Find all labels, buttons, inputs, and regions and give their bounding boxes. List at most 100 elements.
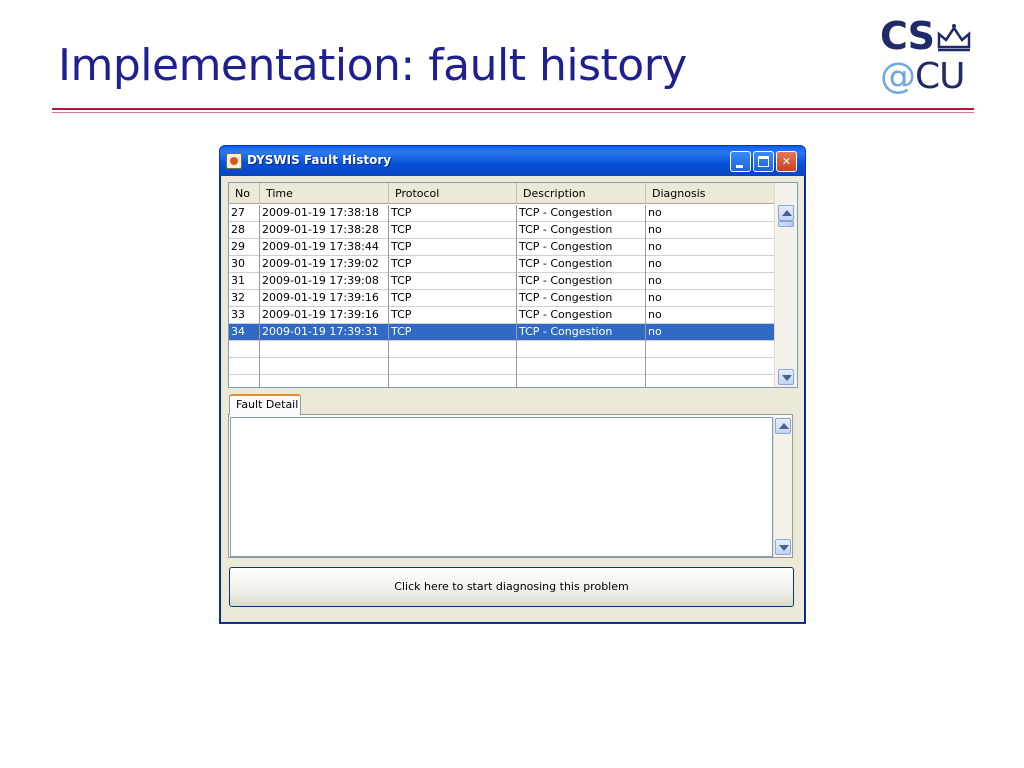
table-row[interactable]: 31 2009-01-19 17:39:08 TCP TCP - Congestion… <box>229 273 774 290</box>
close-button[interactable]: ✕ <box>776 151 797 172</box>
table-cell <box>646 341 774 358</box>
table-cell: TCP - Congestion <box>517 324 646 341</box>
table-cell: 29 <box>229 239 260 256</box>
fault-history-window: DYSWIS Fault History ✕ No Time Protocol … <box>219 145 806 624</box>
table-row[interactable]: 30 2009-01-19 17:39:02 TCP TCP - Congestion… <box>229 256 774 273</box>
table-cell: TCP <box>389 256 517 273</box>
table-cell: TCP - Congestion <box>517 256 646 273</box>
table-row[interactable]: 32 2009-01-19 17:39:16 TCP TCP - Congestion… <box>229 290 774 307</box>
start-diagnosis-button[interactable]: Click here to start diagnosing this prob… <box>229 567 794 607</box>
detail-scroll-down-button[interactable] <box>775 539 791 555</box>
table-cell: 2009-01-19 17:39:16 <box>260 307 389 324</box>
table-cell: TCP - Congestion <box>517 290 646 307</box>
fault-detail-panel <box>228 414 793 558</box>
table-cell: TCP <box>389 324 517 341</box>
table-row-empty[interactable] <box>229 358 774 375</box>
table-cell: 2009-01-19 17:39:31 <box>260 324 389 341</box>
table-cell: no <box>648 325 662 338</box>
table-cell <box>229 358 260 375</box>
tab-fault-detail[interactable]: Fault Detail <box>229 394 301 415</box>
table-cell: TCP - Congestion <box>517 222 646 239</box>
cs-cu-logo: CS @CU <box>878 14 974 98</box>
table-cell: 2009-01-19 17:39:16 <box>260 290 389 307</box>
scroll-up-icon <box>782 210 792 216</box>
table-cell <box>229 341 260 358</box>
slide-title: Implementation: fault history <box>58 40 687 91</box>
table-cell <box>389 341 517 358</box>
table-cell: 2009-01-19 17:38:44 <box>260 239 389 256</box>
column-header-no[interactable]: No <box>229 183 260 204</box>
table-row[interactable]: 33 2009-01-19 17:39:16 TCP TCP - Congestion… <box>229 307 774 324</box>
table-cell: TCP <box>389 239 517 256</box>
table-row-empty[interactable] <box>229 341 774 358</box>
crown-icon <box>937 24 971 52</box>
table-cell: 28 <box>229 222 260 239</box>
table-cell: 2009-01-19 17:39:08 <box>260 273 389 290</box>
table-cell <box>646 358 774 375</box>
table-cell: 27 <box>229 205 260 222</box>
fault-detail-text[interactable] <box>230 417 773 557</box>
table-scrollbar[interactable] <box>774 183 797 387</box>
table-cell: TCP - Congestion <box>517 205 646 222</box>
column-header-diagnosis[interactable]: Diagnosis <box>646 183 774 204</box>
minimize-button[interactable] <box>730 151 751 172</box>
table-cell <box>646 375 774 387</box>
table-cell <box>517 341 646 358</box>
maximize-button[interactable] <box>753 151 774 172</box>
table-row[interactable]: 34 2009-01-19 17:39:31 TCP TCP - Congestion… <box>229 324 774 341</box>
table-row[interactable]: 29 2009-01-19 17:38:44 TCP TCP - Congestion… <box>229 239 774 256</box>
table-scroll-up-button[interactable] <box>778 205 794 221</box>
java-app-icon <box>226 153 242 169</box>
table-cell: 30 <box>229 256 260 273</box>
table-cell: TCP <box>389 205 517 222</box>
table-cell: 33 <box>229 307 260 324</box>
scroll-up-icon <box>779 423 789 429</box>
table-scroll-thumb[interactable] <box>778 221 794 227</box>
table-cell <box>260 358 389 375</box>
column-header-description[interactable]: Description <box>517 183 646 204</box>
detail-scrollbar[interactable] <box>773 417 792 557</box>
detail-scroll-up-button[interactable] <box>775 418 791 434</box>
table-cell <box>517 375 646 387</box>
table-scroll-down-button[interactable] <box>778 369 794 385</box>
table-cell <box>389 375 517 387</box>
table-body: 27 2009-01-19 17:38:18 TCP TCP - Congestion… <box>229 205 774 387</box>
table-cell: 32 <box>229 290 260 307</box>
table-cell: 34 <box>229 324 260 341</box>
table-cell: TCP - Congestion <box>517 273 646 290</box>
table-cell <box>517 358 646 375</box>
table-cell: 31 <box>229 273 260 290</box>
scroll-down-icon <box>782 375 792 381</box>
table-cell <box>260 375 389 387</box>
logo-cs-text: CS <box>880 14 935 58</box>
maximize-icon <box>758 156 769 167</box>
title-divider <box>52 108 974 110</box>
table-cell: no <box>648 291 662 304</box>
logo-cu-letters: CU <box>915 56 965 97</box>
table-cell <box>260 341 389 358</box>
table-cell: no <box>648 206 662 219</box>
table-row[interactable]: 27 2009-01-19 17:38:18 TCP TCP - Congestion… <box>229 205 774 222</box>
minimize-icon <box>736 165 743 168</box>
fault-history-table: No Time Protocol Description Diagnosis 2… <box>228 182 798 388</box>
table-cell: TCP <box>389 307 517 324</box>
close-icon: ✕ <box>781 155 792 168</box>
table-row[interactable]: 28 2009-01-19 17:38:28 TCP TCP - Congestion… <box>229 222 774 239</box>
table-cell: 2009-01-19 17:38:28 <box>260 222 389 239</box>
table-cell: TCP <box>389 222 517 239</box>
column-header-time[interactable]: Time <box>260 183 389 204</box>
table-cell: no <box>648 308 662 321</box>
scroll-down-icon <box>779 545 789 551</box>
table-cell: no <box>648 257 662 270</box>
table-cell: TCP - Congestion <box>517 239 646 256</box>
logo-at-sign: @ <box>880 56 916 97</box>
logo-cu-text: @CU <box>880 56 965 97</box>
table-cell: no <box>648 274 662 287</box>
table-cell <box>389 358 517 375</box>
table-cell: TCP - Congestion <box>517 307 646 324</box>
window-titlebar[interactable]: DYSWIS Fault History ✕ <box>220 146 805 176</box>
table-header: No Time Protocol Description Diagnosis <box>229 183 774 204</box>
table-row-empty[interactable] <box>229 375 774 387</box>
column-header-protocol[interactable]: Protocol <box>389 183 517 204</box>
table-cell: TCP <box>389 290 517 307</box>
